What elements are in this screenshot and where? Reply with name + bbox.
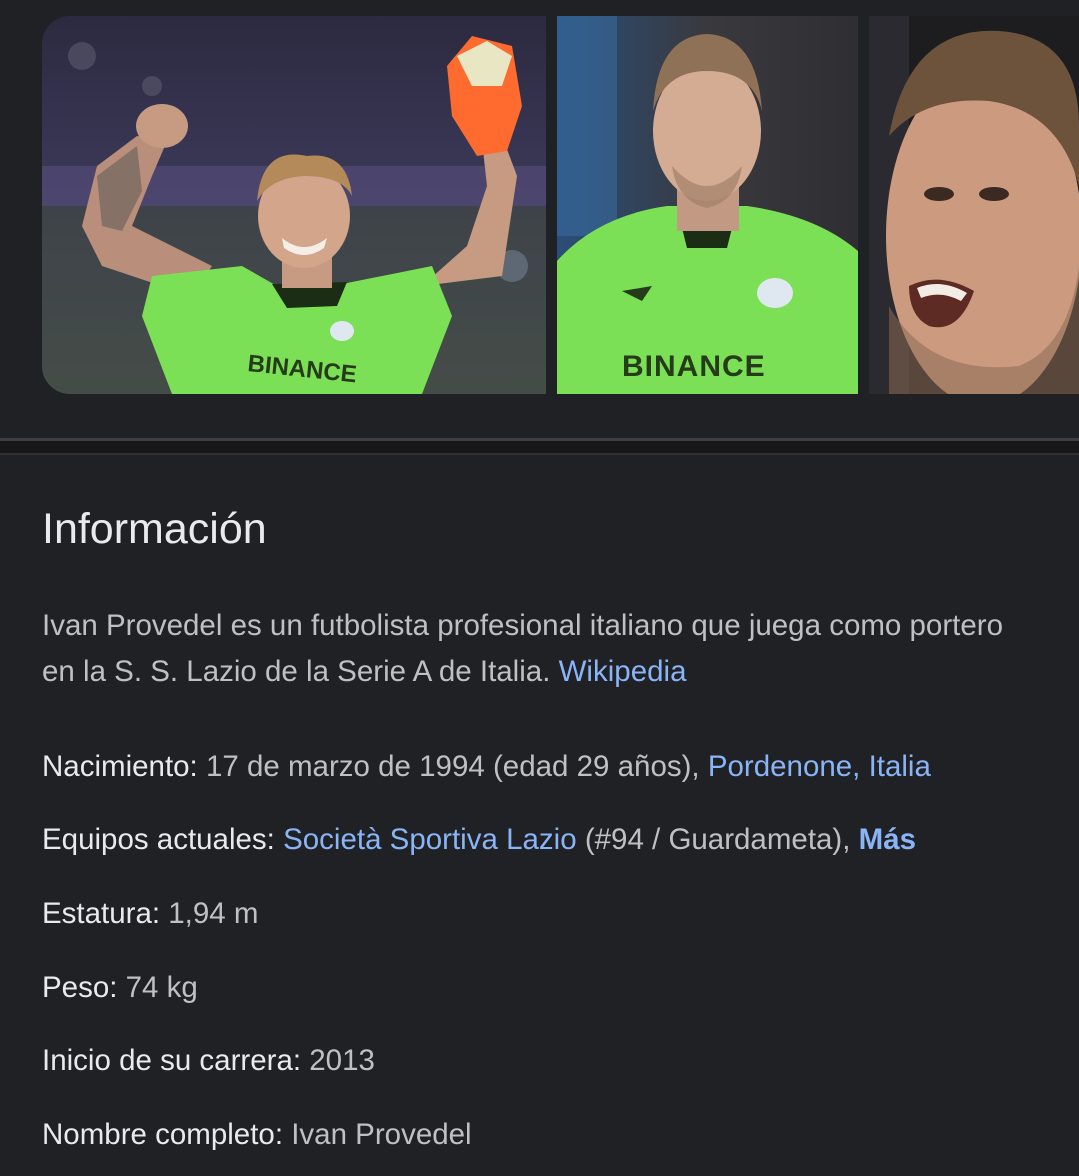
fact-birth-label[interactable]: Nacimiento: (42, 750, 198, 783)
fact-career-start: Inicio de su carrera: 2013 (42, 1041, 375, 1081)
player-image-3-graphic (869, 16, 1079, 394)
fact-teams-label[interactable]: Equipos actuales: (42, 823, 275, 856)
fact-full-name-label[interactable]: Nombre completo: (42, 1118, 283, 1151)
fact-height: Estatura: 1,94 m (42, 894, 258, 934)
fact-career-start-value: 2013 (309, 1044, 375, 1077)
fact-teams-value: (#94 / Guardameta), (584, 823, 851, 856)
section-divider-shadow (0, 441, 1079, 453)
jersey-sponsor-text-2: BINANCE (622, 350, 766, 383)
fact-birth: Nacimiento: 17 de marzo de 1994 (edad 29… (42, 747, 931, 787)
fact-full-name-value: Ivan Provedel (291, 1118, 472, 1151)
more-teams-link[interactable]: Más (859, 823, 916, 856)
fact-weight-label[interactable]: Peso: (42, 971, 117, 1004)
image-gallery: BINANCE BINANCE (0, 0, 1079, 438)
fact-full-name: Nombre completo: Ivan Provedel (42, 1115, 472, 1155)
fact-height-label[interactable]: Estatura: (42, 897, 160, 930)
player-image-3[interactable] (869, 16, 1079, 394)
player-image-2-graphic: BINANCE (557, 16, 858, 394)
wikipedia-link[interactable]: Wikipedia (559, 655, 687, 688)
birthplace-link[interactable]: Pordenone, Italia (708, 750, 931, 783)
fact-height-value: 1,94 m (168, 897, 259, 930)
section-divider-line (0, 453, 1079, 455)
description-text: Ivan Provedel es un futbolista profesion… (42, 609, 1003, 688)
player-image-1-graphic: BINANCE (42, 16, 546, 394)
info-title: Información (42, 505, 267, 553)
fact-career-start-label[interactable]: Inicio de su carrera: (42, 1044, 301, 1077)
fact-birth-value: 17 de marzo de 1994 (edad 29 años), (205, 750, 700, 783)
fact-weight-value: 74 kg (125, 971, 198, 1004)
fact-teams: Equipos actuales: Società Sportiva Lazio… (42, 820, 916, 860)
description: Ivan Provedel es un futbolista profesion… (42, 603, 1032, 695)
team-link[interactable]: Società Sportiva Lazio (283, 823, 577, 856)
player-image-2[interactable]: BINANCE (557, 16, 858, 394)
fact-weight: Peso: 74 kg (42, 968, 198, 1008)
player-image-1[interactable]: BINANCE (42, 16, 546, 394)
